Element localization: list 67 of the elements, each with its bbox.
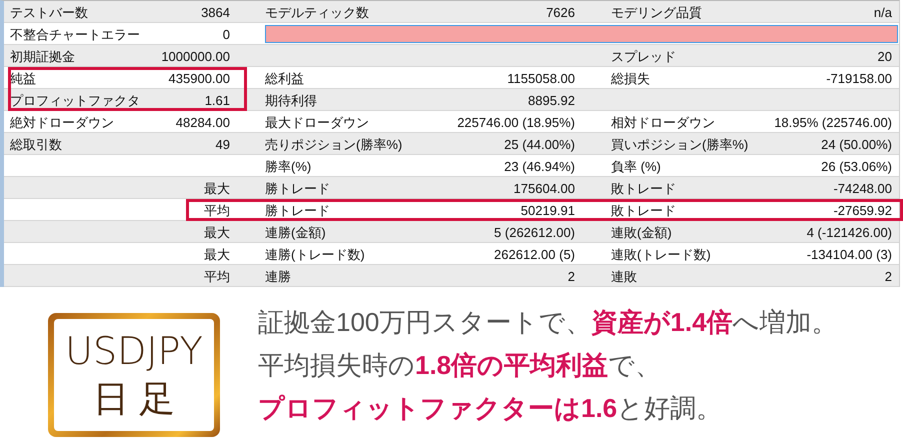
stat-label: モデルティック数: [264, 4, 369, 22]
stat-value: 8895.92: [528, 92, 576, 110]
stat-label: 総損失: [610, 70, 650, 88]
stat-value: -27659.92: [833, 202, 893, 220]
stat-value: 23 (46.94%): [504, 158, 576, 176]
stat-label: モデリング品質: [610, 4, 702, 22]
stat-value: 262612.00 (5): [494, 246, 576, 264]
stat-label: 敗トレード: [610, 180, 676, 198]
stat-value: 1155058.00: [507, 70, 576, 88]
stat-label: 相対ドローダウン: [610, 114, 715, 132]
timeframe-label: 日 足: [92, 377, 175, 421]
stat-value: -719158.00: [826, 70, 893, 88]
stat-value: -74248.00: [833, 180, 893, 198]
pair-label: USDJPY: [65, 329, 203, 373]
stat-value: 225746.00 (18.95%): [457, 114, 576, 132]
stat-value: 48284.00: [176, 114, 231, 132]
stat-value: 2: [884, 268, 893, 286]
stat-label: 連勝(金額): [264, 224, 326, 242]
stat-value: 26 (53.06%): [821, 158, 893, 176]
stat-value: 3864: [201, 4, 231, 22]
stat-value: 最大: [204, 180, 231, 198]
stat-value: n/a: [874, 4, 893, 22]
stat-label: 初期証拠金: [9, 48, 75, 66]
stat-value: 0: [222, 26, 231, 44]
stat-label: 売りポジション(勝率%): [264, 136, 402, 154]
stat-label: プロフィットファクタ: [9, 92, 140, 110]
stat-label: 総取引数: [9, 136, 62, 154]
stat-value: 435900.00: [168, 70, 231, 88]
stat-label: 敗トレード: [610, 202, 676, 220]
stat-label: 連敗: [610, 268, 637, 286]
stat-value: 最大: [204, 224, 231, 242]
stat-value: 平均: [204, 202, 231, 220]
stat-value: 2: [568, 268, 576, 286]
stat-value: 7626: [546, 4, 576, 22]
stat-label: 勝率(%): [264, 158, 312, 176]
stat-value: 5 (262612.00): [494, 224, 576, 242]
stat-label: 連勝(トレード数): [264, 246, 365, 264]
summary-text: プロフィットファクターは1.6と好調。: [258, 392, 724, 425]
stat-label: 連敗(トレード数): [610, 246, 711, 264]
summary-text: 証拠金100万円スタートで、資産が1.4倍へ増加。: [258, 306, 838, 339]
stat-value: 24 (50.00%): [821, 136, 893, 154]
stat-label: テストバー数: [9, 4, 88, 22]
stat-value: 49: [216, 136, 231, 154]
stat-value: 50219.91: [520, 202, 576, 220]
stat-label: 総利益: [264, 70, 304, 88]
stat-value: 1000000.00: [161, 48, 231, 66]
stat-label: 期待利得: [264, 92, 317, 110]
summary-text: 平均損失時の1.8倍の平均利益で、: [258, 349, 662, 382]
stat-label: 不整合チャートエラー: [9, 26, 140, 44]
stat-value: 平均: [204, 268, 231, 286]
stat-value: 4 (-121426.00): [806, 224, 893, 242]
stat-value: 18.95% (225746.00): [774, 114, 893, 132]
stat-label: 最大ドローダウン: [264, 114, 369, 132]
stat-label: 勝トレード: [264, 180, 330, 198]
stat-value: 1.61: [204, 92, 231, 110]
stat-label: スプレッド: [610, 48, 676, 66]
stat-value: 20: [878, 48, 893, 66]
stat-label: 連敗(金額): [610, 224, 672, 242]
stat-label: 買いポジション(勝率%): [610, 136, 748, 154]
stat-value: -134104.00 (3): [806, 246, 893, 264]
stat-label: 負率 (%): [610, 158, 661, 176]
stat-value: 最大: [204, 246, 231, 264]
stat-label: 連勝: [264, 268, 291, 286]
stat-label: 絶対ドローダウン: [9, 114, 114, 132]
stat-label: 勝トレード: [264, 202, 330, 220]
stat-value: 25 (44.00%): [504, 136, 576, 154]
stat-value: 175604.00: [514, 180, 576, 198]
